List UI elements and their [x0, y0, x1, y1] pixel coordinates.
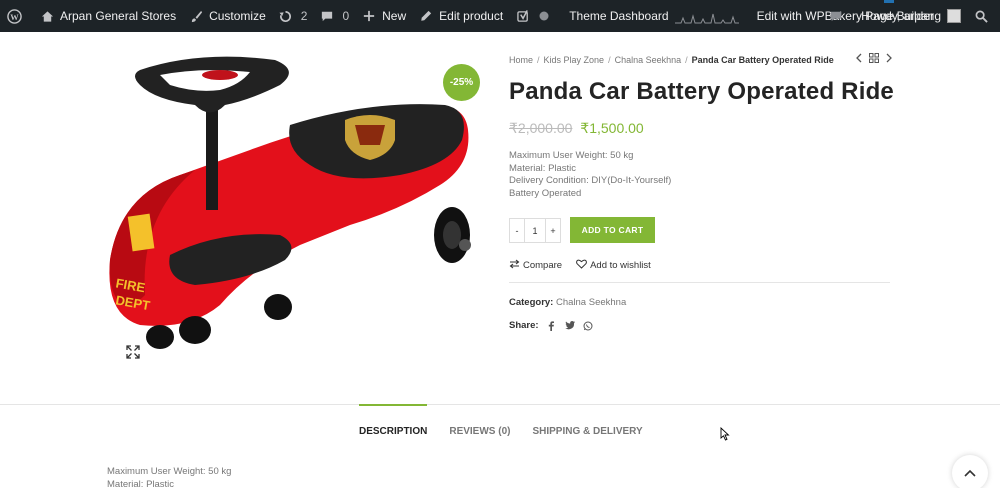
- breadcrumb-chalna-seekhna[interactable]: Chalna Seekhna: [615, 55, 682, 65]
- description-line: Material: Plastic: [107, 478, 175, 488]
- category-label: Category:: [509, 297, 554, 308]
- tab-shipping-delivery[interactable]: SHIPPING & DELIVERY: [532, 404, 642, 444]
- mouse-cursor-icon: [720, 427, 730, 441]
- breadcrumb-separator: /: [685, 55, 688, 65]
- howdy-label: Howdy, arpang: [861, 9, 941, 23]
- yoast-icon: [515, 8, 531, 24]
- pencil-icon: [418, 8, 434, 24]
- comments-count: 0: [342, 9, 350, 23]
- full-description: Maximum User Weight: 50 kg Material: Pla…: [107, 466, 231, 488]
- breadcrumb-separator: /: [608, 55, 611, 65]
- home-icon: [39, 8, 55, 24]
- breadcrumb-current: Panda Car Battery Operated Ride: [691, 55, 834, 65]
- compare-label: Compare: [523, 260, 563, 271]
- breadcrumb-kids-play-zone[interactable]: Kids Play Zone: [544, 55, 605, 65]
- customize-label: Customize: [209, 9, 266, 23]
- svg-text:W: W: [10, 11, 19, 21]
- product-navigation: [855, 53, 893, 63]
- description-line: Maximum User Weight: 50 kg: [107, 466, 232, 477]
- product-title: Panda Car Battery Operated Ride: [509, 78, 894, 105]
- yoast-menu[interactable]: [509, 0, 563, 32]
- original-price: ₹2,000.00: [509, 120, 573, 136]
- comment-icon: [319, 8, 335, 24]
- theme-dashboard-link[interactable]: Theme Dashboard: [563, 0, 750, 32]
- edit-product-link[interactable]: Edit product: [412, 0, 509, 32]
- quantity-plus-button[interactable]: +: [546, 219, 560, 242]
- wordpress-icon: W: [6, 8, 22, 24]
- breadcrumb-home[interactable]: Home: [509, 55, 533, 65]
- avatar: [947, 9, 961, 23]
- compare-icon: [509, 259, 520, 272]
- customize-link[interactable]: Customize: [182, 0, 272, 32]
- whatsapp-icon[interactable]: [583, 321, 593, 331]
- sale-price: ₹1,500.00: [580, 120, 644, 136]
- admin-search-button[interactable]: [967, 0, 1000, 32]
- notifications-button[interactable]: [822, 0, 855, 32]
- circle-icon: [536, 8, 552, 24]
- product-price: ₹2,000.00 ₹1,500.00: [509, 120, 644, 137]
- heart-icon: [576, 259, 587, 272]
- category-link[interactable]: Chalna Seekhna: [556, 297, 626, 308]
- sparkline-graphic: [674, 13, 739, 24]
- product-category: Category: Chalna Seekhna: [509, 297, 626, 308]
- description-line: Maximum User Weight: 50 kg: [509, 150, 634, 161]
- comments-link[interactable]: 0: [313, 0, 355, 32]
- updates-count: 2: [300, 9, 308, 23]
- product-tabs: DESCRIPTION REVIEWS (0) SHIPPING & DELIV…: [359, 404, 643, 444]
- share-row: Share:: [509, 320, 593, 331]
- breadcrumb-separator: /: [537, 55, 540, 65]
- admin-bar: W Arpan General Stores Customize 2 0 New: [0, 0, 1000, 32]
- chevron-up-icon: [964, 464, 976, 482]
- description-line: Material: Plastic: [509, 162, 577, 174]
- divider: [509, 282, 890, 283]
- description-line: Battery Operated: [509, 187, 582, 199]
- chevron-right-icon[interactable]: [885, 53, 893, 63]
- wishlist-button[interactable]: Add to wishlist: [576, 259, 651, 272]
- description-line: Delivery Condition: DIY(Do-It-Yourself): [509, 175, 672, 187]
- admin-bar-right: Howdy, arpang: [822, 0, 1000, 32]
- twitter-icon[interactable]: [564, 320, 575, 331]
- short-description: Maximum User Weight: 50 kg Material: Pla…: [509, 150, 671, 200]
- brush-icon: [188, 8, 204, 24]
- grid-icon[interactable]: [869, 53, 879, 63]
- wordpress-menu[interactable]: W: [0, 0, 33, 32]
- tab-description[interactable]: DESCRIPTION: [359, 404, 428, 444]
- breadcrumb: Home / Kids Play Zone / Chalna Seekhna / Panda…: [509, 55, 834, 65]
- share-label: Share:: [509, 320, 539, 331]
- refresh-icon: [278, 8, 294, 24]
- search-icon: [973, 8, 989, 24]
- new-content-link[interactable]: New: [355, 0, 412, 32]
- facebook-icon[interactable]: [547, 320, 557, 331]
- tab-reviews[interactable]: REVIEWS (0): [449, 404, 510, 444]
- site-name: Arpan General Stores: [60, 9, 177, 23]
- compare-button[interactable]: Compare: [509, 259, 562, 272]
- theme-dashboard-label: Theme Dashboard: [569, 9, 669, 23]
- new-label: New: [382, 9, 407, 23]
- scroll-to-top-button[interactable]: [952, 455, 988, 488]
- add-to-cart-button[interactable]: ADD TO CART: [570, 217, 655, 243]
- my-account-menu[interactable]: Howdy, arpang: [855, 0, 967, 32]
- updates-link[interactable]: 2: [272, 0, 314, 32]
- expand-icon[interactable]: [126, 345, 142, 361]
- product-actions: Compare Add to wishlist: [509, 259, 651, 272]
- quantity-stepper: - 1 +: [509, 218, 561, 243]
- comment-icon: [828, 8, 844, 24]
- sale-badge: -25%: [443, 64, 480, 101]
- quantity-input[interactable]: 1: [524, 219, 546, 242]
- site-name-link[interactable]: Arpan General Stores: [33, 0, 182, 32]
- ride-on-car-illustration: FIRE DEPT: [109, 56, 471, 349]
- product-image[interactable]: FIRE DEPT: [100, 45, 490, 375]
- plus-icon: [361, 8, 377, 24]
- edit-product-label: Edit product: [439, 9, 504, 23]
- wishlist-label: Add to wishlist: [590, 260, 651, 271]
- quantity-minus-button[interactable]: -: [510, 219, 524, 242]
- chevron-left-icon[interactable]: [855, 53, 863, 63]
